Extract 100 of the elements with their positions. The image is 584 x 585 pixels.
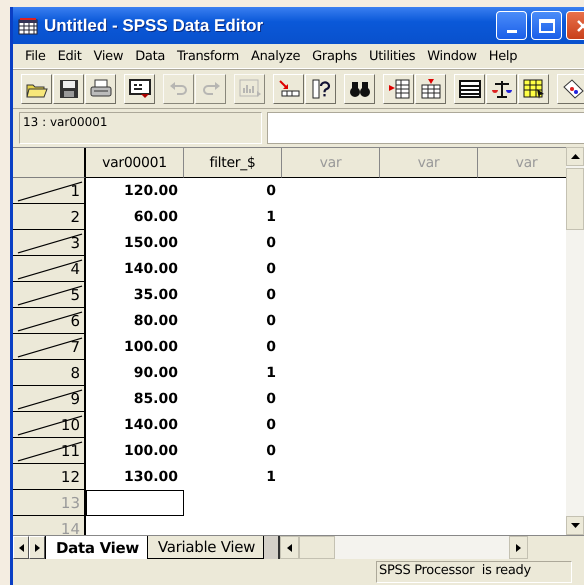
scroll-down-button[interactable] <box>566 516 584 535</box>
row-header[interactable]: 9 <box>13 386 86 412</box>
select-table-icon <box>522 79 544 99</box>
tab-scroll-right-button[interactable] <box>29 536 45 559</box>
row-header[interactable]: 12 <box>13 464 86 490</box>
table-cell-text: 130.00 <box>122 468 179 487</box>
row-header[interactable]: 5 <box>13 282 86 308</box>
table-cell-text: 0 <box>265 338 277 357</box>
goto-case-icon <box>278 79 300 99</box>
splitter-handle[interactable] <box>263 536 280 559</box>
horizontal-scrollbar[interactable] <box>280 536 528 559</box>
print-button[interactable] <box>85 74 116 104</box>
table-cell-text: 85.00 <box>132 390 179 409</box>
monitor-icon <box>128 79 150 99</box>
menu-item[interactable]: Graphs <box>306 48 364 64</box>
table-cell-text: 0 <box>265 416 277 435</box>
row-header[interactable]: 3 <box>13 230 86 256</box>
table-cell-text: 0 <box>265 182 277 201</box>
menu-item[interactable]: File <box>19 48 52 64</box>
vertical-scrollbar[interactable] <box>566 147 584 535</box>
table-cell-text: 1 <box>265 468 277 487</box>
weight-button[interactable] <box>486 74 517 104</box>
minimize-icon <box>506 30 516 34</box>
tag-icon <box>562 79 584 99</box>
filter-slash-icon <box>16 181 84 202</box>
sheet-tab[interactable]: Variable View <box>146 536 264 559</box>
status-text: SPSS Processor is ready <box>376 561 572 583</box>
menu-item[interactable]: Help <box>482 48 524 64</box>
menu-item[interactable]: View <box>88 48 130 64</box>
bar-chart-icon <box>238 79 260 99</box>
undo-icon <box>168 80 188 98</box>
table-cell-text: 0 <box>265 234 277 253</box>
table-cell-text: 140.00 <box>122 260 179 279</box>
row-header[interactable]: 4 <box>13 256 86 282</box>
labels-button[interactable] <box>557 74 584 104</box>
filter-slash-icon <box>16 259 84 280</box>
up-arrow-icon <box>570 154 580 159</box>
column-header[interactable]: filter_$ <box>184 148 282 178</box>
menu-item[interactable]: Edit <box>52 48 88 64</box>
select-button[interactable] <box>518 74 549 104</box>
tab-scroll-left-button[interactable] <box>13 536 29 559</box>
split-button[interactable] <box>454 74 485 104</box>
varinfo-button[interactable] <box>305 74 336 104</box>
right-arrow-icon <box>516 544 522 552</box>
row-header[interactable]: 8 <box>13 360 86 386</box>
table-cell-text: 90.00 <box>132 364 179 383</box>
table-cell-text: 120.00 <box>122 182 179 201</box>
maximize-icon <box>538 18 554 32</box>
table-cell-text: 35.00 <box>132 286 179 305</box>
goto-button[interactable] <box>273 74 304 104</box>
table-cell-text: 1 <box>265 364 277 383</box>
find-button[interactable] <box>344 74 375 104</box>
open-button[interactable] <box>21 74 52 104</box>
filter-slash-icon <box>16 415 84 436</box>
right-arrow-icon <box>34 544 40 552</box>
binoculars-icon <box>348 79 370 99</box>
scroll-thumb[interactable] <box>566 168 584 230</box>
insertcase-button[interactable] <box>383 74 414 104</box>
table-cell-text: 0 <box>265 260 277 279</box>
scroll-left-button[interactable] <box>280 536 300 559</box>
filter-slash-icon <box>16 441 84 462</box>
insert-row-icon <box>388 79 410 99</box>
menu-item[interactable]: Analyze <box>245 48 306 64</box>
row-header[interactable]: 1 <box>13 178 86 204</box>
table-cell-text: 1 <box>265 208 277 227</box>
recall-button[interactable] <box>124 74 155 104</box>
cell-value-field[interactable] <box>267 112 584 144</box>
table-icon <box>458 79 480 99</box>
row-header[interactable]: 10 <box>13 412 86 438</box>
cell-reference: 13 : var00001 <box>19 112 262 144</box>
menu-item[interactable]: Data <box>129 48 172 64</box>
table-cell-text: 0 <box>265 390 277 409</box>
column-header[interactable]: var00001 <box>86 148 184 178</box>
insert-column-icon <box>420 79 442 99</box>
table-cell-text: 0 <box>265 442 277 461</box>
menu-item[interactable]: Transform <box>171 48 246 64</box>
scroll-right-button[interactable] <box>509 536 528 559</box>
printer-icon <box>90 79 112 99</box>
scroll-up-button[interactable] <box>566 147 584 166</box>
table-cell-text: 60.00 <box>132 208 179 227</box>
row-header[interactable]: 11 <box>13 438 86 464</box>
row-header[interactable]: 2 <box>13 204 86 230</box>
table-cell-text: 140.00 <box>122 416 179 435</box>
row-header[interactable]: 6 <box>13 308 86 334</box>
insertvar-button[interactable] <box>415 74 446 104</box>
menu-item[interactable]: Window <box>421 48 483 64</box>
filter-slash-icon <box>16 311 84 332</box>
scales-icon <box>490 79 512 99</box>
save-button[interactable] <box>53 74 84 104</box>
left-arrow-icon <box>287 544 292 552</box>
filter-slash-icon <box>16 337 84 358</box>
minimize-button[interactable] <box>496 11 527 40</box>
sheet-tab[interactable]: Data View <box>45 536 147 559</box>
row-header[interactable]: 7 <box>13 334 86 360</box>
spreadsheet-icon <box>18 16 38 34</box>
scroll-thumb[interactable] <box>299 536 336 559</box>
window-title: Untitled - SPSS Data Editor <box>44 16 264 36</box>
menu-item[interactable]: Utilities <box>363 48 422 64</box>
maximize-button[interactable] <box>531 11 562 40</box>
down-arrow-icon <box>570 523 580 528</box>
